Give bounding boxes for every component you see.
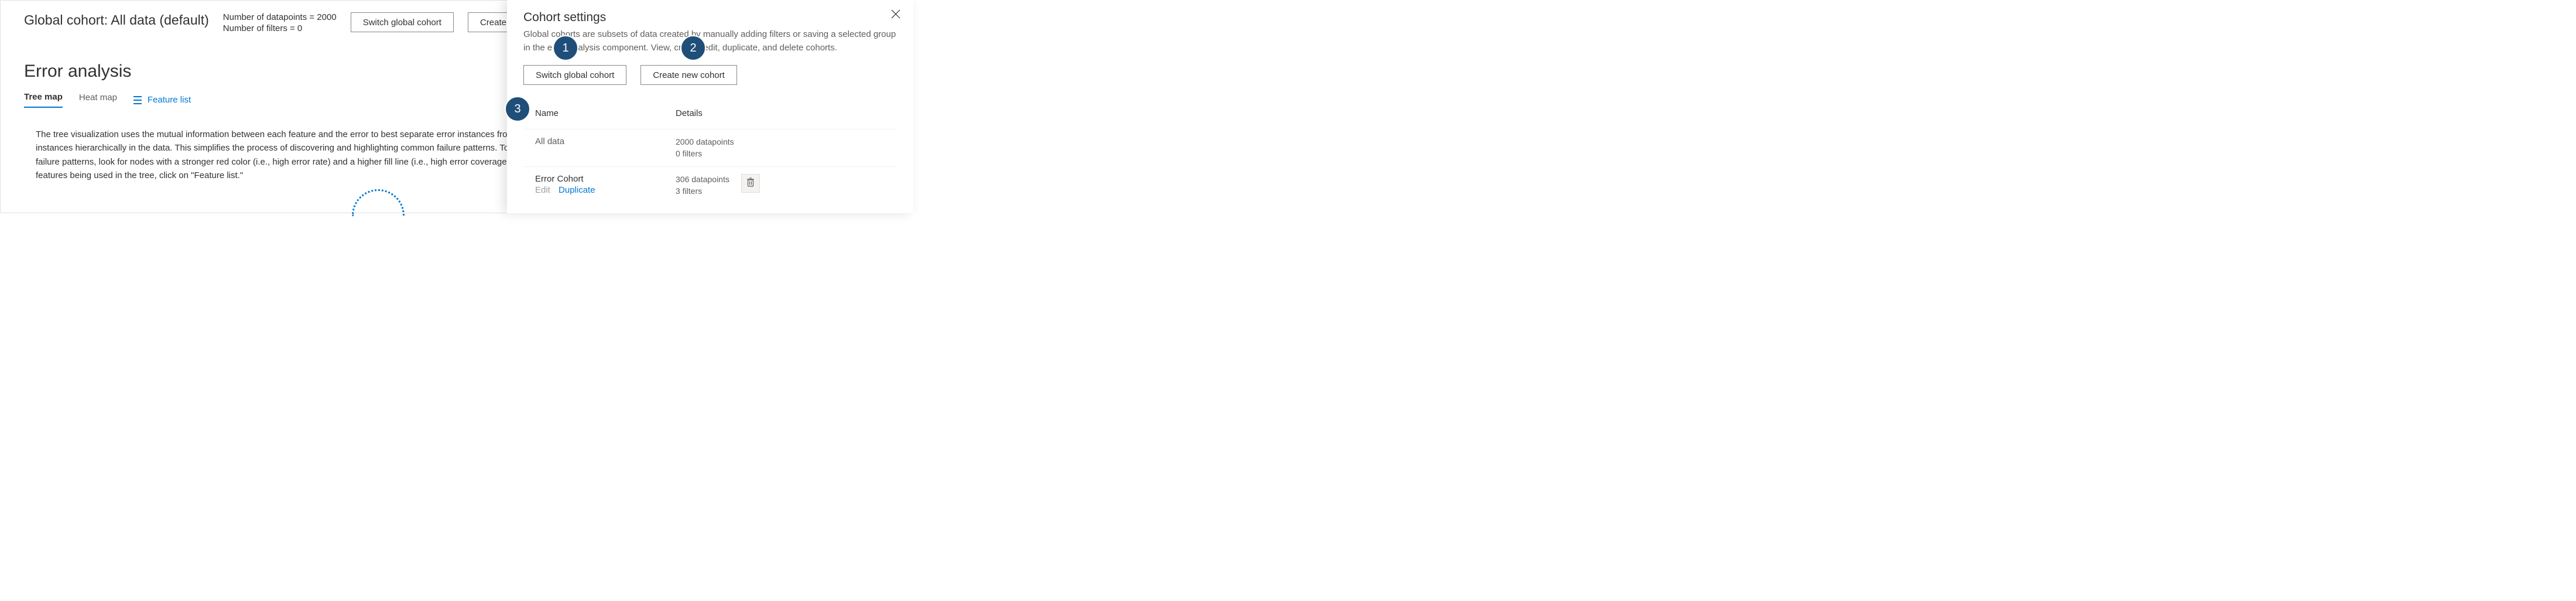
cohort-row: All data 2000 datapoints 0 filters — [523, 129, 897, 166]
global-cohort-title: Global cohort: All data (default) — [24, 12, 209, 28]
trash-icon — [746, 177, 755, 190]
switch-global-cohort-button[interactable]: Switch global cohort — [351, 12, 454, 32]
filters-count: Number of filters = 0 — [223, 23, 337, 33]
cohort-name-cell: Error Cohort Edit Duplicate — [535, 174, 676, 195]
panel-description: Global cohorts are subsets of data creat… — [523, 28, 897, 54]
datapoints-count: Number of datapoints = 2000 — [223, 12, 337, 22]
col-header-name: Name — [535, 108, 676, 118]
col-header-details: Details — [676, 108, 897, 118]
cohort-actions: Edit Duplicate — [535, 185, 676, 195]
panel-buttons: Switch global cohort Create new cohort — [523, 65, 897, 85]
cohort-datapoints: 2000 datapoints — [676, 136, 734, 148]
cohort-stats: Number of datapoints = 2000 Number of fi… — [223, 12, 337, 33]
cohort-filters: 0 filters — [676, 148, 734, 160]
cohort-name-cell: All data — [535, 136, 676, 146]
cohort-table-header: Name Details — [523, 108, 897, 118]
feature-list-label: Feature list — [148, 95, 191, 105]
cohort-name: Error Cohort — [535, 174, 676, 184]
cohort-name: All data — [535, 136, 676, 146]
cohort-duplicate-link[interactable]: Duplicate — [559, 185, 595, 195]
cohort-edit-link[interactable]: Edit — [535, 185, 550, 195]
cohort-details-text: 2000 datapoints 0 filters — [676, 136, 734, 159]
cohort-filters: 3 filters — [676, 186, 729, 197]
panel-title: Cohort settings — [523, 11, 897, 25]
tree-map-description: The tree visualization uses the mutual i… — [24, 128, 586, 182]
step-badge-1: 1 — [553, 35, 578, 61]
list-icon — [133, 96, 143, 104]
cohort-details-text: 306 datapoints 3 filters — [676, 174, 729, 197]
cohort-details-cell: 2000 datapoints 0 filters — [676, 136, 897, 159]
tab-heat-map[interactable]: Heat map — [79, 93, 117, 107]
step-badge-2: 2 — [680, 35, 706, 61]
tab-tree-map[interactable]: Tree map — [24, 92, 63, 108]
delete-cohort-button[interactable] — [741, 174, 760, 193]
step-badge-3: 3 — [505, 96, 530, 122]
cohort-row: Error Cohort Edit Duplicate 306 datapoin… — [523, 166, 897, 204]
cohort-settings-panel: Cohort settings Global cohorts are subse… — [507, 0, 913, 213]
panel-create-new-cohort-button[interactable]: Create new cohort — [640, 65, 737, 85]
cohort-details-cell: 306 datapoints 3 filters — [676, 174, 897, 197]
panel-switch-global-cohort-button[interactable]: Switch global cohort — [523, 65, 626, 85]
cohort-datapoints: 306 datapoints — [676, 174, 729, 186]
feature-list-button[interactable]: Feature list — [133, 95, 191, 105]
close-icon[interactable] — [891, 9, 900, 22]
